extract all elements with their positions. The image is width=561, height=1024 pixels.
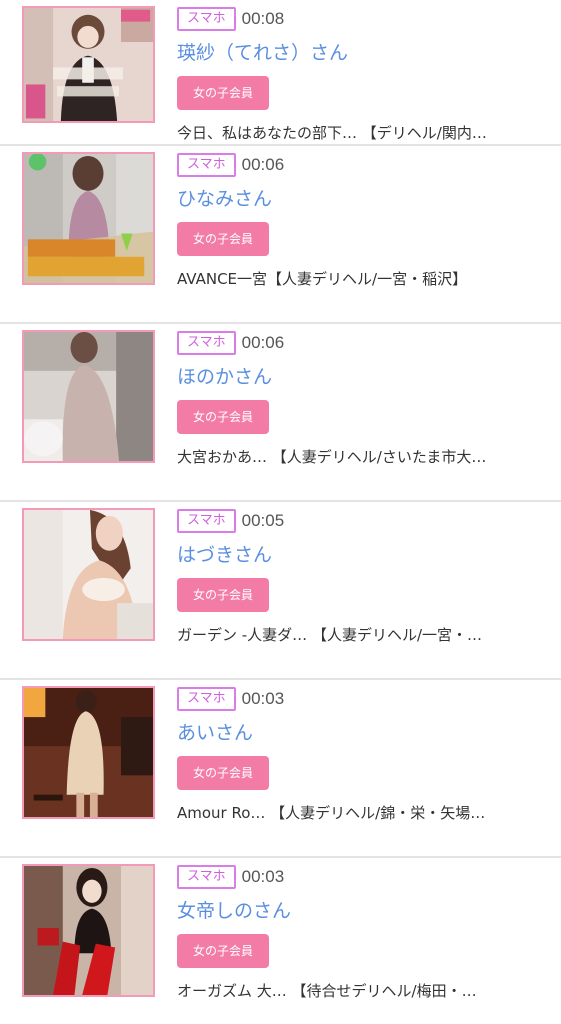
shop-name[interactable]: Amour Ro… 【人妻デリヘル/錦・栄・矢場…	[177, 802, 553, 824]
timestamp: 00:03	[241, 689, 285, 708]
shop-name[interactable]: オーガズム 大… 【待合せデリヘル/梅田・…	[177, 980, 553, 1002]
girl-name-link[interactable]: 女帝しのさん	[177, 898, 553, 924]
girl-name-link[interactable]: はづきさん	[177, 542, 553, 568]
member-badge: 女の子会員	[177, 400, 270, 434]
timestamp: 00:03	[241, 867, 285, 886]
shop-name[interactable]: 今日、私はあなたの部下… 【デリヘル/関内…	[177, 122, 553, 144]
device-badge: スマホ	[177, 687, 236, 711]
shop-name[interactable]: AVANCE一宮【人妻デリヘル/一宮・稲沢】	[177, 268, 553, 290]
profile-thumbnail[interactable]	[22, 864, 155, 997]
profile-thumbnail[interactable]	[22, 508, 155, 641]
list-item[interactable]: スマホ 00:06 ほのかさん 女の子会員 大宮おかあ… 【人妻デリヘル/さいた…	[0, 324, 561, 502]
shop-name[interactable]: ガーデン -人妻ダ… 【人妻デリヘル/一宮・…	[177, 624, 553, 646]
profile-thumbnail[interactable]	[22, 330, 155, 463]
list-item[interactable]: スマホ 00:03 あいさん 女の子会員 Amour Ro… 【人妻デリヘル/錦…	[0, 680, 561, 858]
device-badge: スマホ	[177, 865, 236, 889]
girl-name-link[interactable]: あいさん	[177, 720, 553, 746]
member-badge: 女の子会員	[177, 76, 270, 110]
profile-thumbnail[interactable]	[22, 6, 155, 123]
device-badge: スマホ	[177, 7, 236, 31]
timestamp: 00:06	[241, 155, 285, 174]
activity-feed: スマホ 00:08 瑛紗（てれさ）さん 女の子会員 今日、私はあなたの部下… 【…	[0, 0, 561, 1024]
member-badge: 女の子会員	[177, 756, 270, 790]
girl-name-link[interactable]: ほのかさん	[177, 364, 553, 390]
list-item[interactable]: スマホ 00:03 女帝しのさん 女の子会員 オーガズム 大… 【待合せデリヘル…	[0, 858, 561, 1024]
timestamp: 00:05	[241, 511, 285, 530]
device-badge: スマホ	[177, 509, 236, 533]
profile-thumbnail[interactable]	[22, 686, 155, 819]
member-badge: 女の子会員	[177, 934, 270, 968]
device-badge: スマホ	[177, 331, 236, 355]
profile-thumbnail[interactable]	[22, 152, 155, 285]
shop-name[interactable]: 大宮おかあ… 【人妻デリヘル/さいたま市大…	[177, 446, 553, 468]
list-item[interactable]: スマホ 00:05 はづきさん 女の子会員 ガーデン -人妻ダ… 【人妻デリヘル…	[0, 502, 561, 680]
list-item[interactable]: スマホ 00:06 ひなみさん 女の子会員 AVANCE一宮【人妻デリヘル/一宮…	[0, 146, 561, 324]
list-item[interactable]: スマホ 00:08 瑛紗（てれさ）さん 女の子会員 今日、私はあなたの部下… 【…	[0, 0, 561, 146]
member-badge: 女の子会員	[177, 578, 270, 612]
timestamp: 00:06	[241, 333, 285, 352]
girl-name-link[interactable]: 瑛紗（てれさ）さん	[177, 40, 553, 66]
member-badge: 女の子会員	[177, 222, 270, 256]
device-badge: スマホ	[177, 153, 236, 177]
girl-name-link[interactable]: ひなみさん	[177, 186, 553, 212]
timestamp: 00:08	[241, 9, 285, 28]
